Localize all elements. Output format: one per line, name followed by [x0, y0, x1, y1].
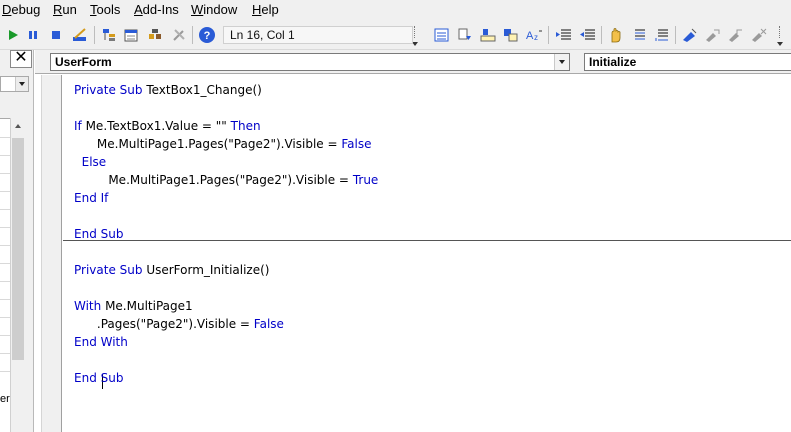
procedure-separator	[63, 240, 791, 241]
list-properties-icon[interactable]	[433, 26, 451, 44]
code-keyword: Private Sub	[74, 263, 147, 277]
toggle-bookmark-icon[interactable]	[681, 26, 699, 44]
code-line[interactable]: .Pages("Page2").Visible = False	[74, 315, 284, 333]
code-line[interactable]: Me.MultiPage1.Pages("Page2").Visible = T…	[74, 171, 378, 189]
next-bookmark-icon[interactable]	[704, 26, 722, 44]
code-text: Me.MultiPage1	[105, 299, 193, 313]
code-window: UserForm Initialize Private Sub TextBox1…	[35, 50, 791, 432]
list-constants-icon[interactable]	[456, 26, 474, 44]
code-text: Me.TextBox1.Value = ""	[85, 119, 231, 133]
toolbar-separator	[548, 26, 549, 44]
comment-block-icon[interactable]	[630, 26, 648, 44]
code-line[interactable]: End With	[74, 333, 128, 351]
outdent-icon[interactable]	[579, 26, 597, 44]
menu-help[interactable]: Help	[252, 2, 279, 18]
code-line[interactable]: With Me.MultiPage1	[74, 297, 193, 315]
scroll-up-icon[interactable]	[11, 118, 25, 134]
code-keyword: False	[253, 317, 284, 331]
complete-word-icon[interactable]: Az	[525, 26, 543, 44]
left-scrollbar[interactable]	[10, 118, 25, 432]
procedure-combo-value: Initialize	[589, 55, 637, 69]
code-line[interactable]: End If	[74, 189, 108, 207]
code-keyword: Else	[74, 155, 107, 169]
toolbar-grip[interactable]	[777, 24, 783, 46]
toolbar-separator	[192, 26, 193, 44]
code-keyword: True	[352, 173, 379, 187]
code-text: Me.MultiPage1.Pages("Page2").Visible =	[74, 137, 342, 151]
code-editor[interactable]: Private Sub TextBox1_Change() If Me.TextB…	[63, 75, 791, 432]
design-mode-icon[interactable]	[71, 26, 89, 44]
code-line[interactable]: End Sub	[74, 369, 123, 387]
code-line[interactable]: Me.MultiPage1.Pages("Page2").Visible = F…	[74, 135, 372, 153]
code-text: UserForm_Initialize()	[146, 263, 270, 277]
help-icon[interactable]: ?	[198, 26, 216, 44]
menu-window[interactable]: Window	[191, 2, 237, 18]
code-text: .Pages("Page2").Visible =	[74, 317, 254, 331]
object-browser-icon[interactable]	[146, 26, 164, 44]
code-line[interactable]: Private Sub UserForm_Initialize()	[74, 261, 269, 279]
code-keyword: End With	[74, 335, 128, 349]
code-keyword: Private Sub	[74, 83, 147, 97]
svg-text:?: ?	[204, 30, 211, 42]
procedure-combo[interactable]: Initialize	[584, 53, 791, 71]
code-keyword: End Sub	[74, 227, 124, 241]
code-keyword: Then	[230, 119, 261, 133]
clear-bookmarks-icon[interactable]	[750, 26, 768, 44]
indent-icon[interactable]	[555, 26, 573, 44]
toolbox-icon[interactable]	[170, 26, 188, 44]
code-keyword: If	[74, 119, 86, 133]
parameter-info-icon[interactable]	[502, 26, 520, 44]
menu-bar: Debug Run Tools Add-Ins Window Help	[0, 0, 791, 20]
code-text: Me.MultiPage1.Pages("Page2").Visible =	[74, 173, 353, 187]
object-combo[interactable]: UserForm	[50, 53, 570, 71]
margin-indicator-bar[interactable]	[41, 75, 62, 432]
menu-run[interactable]: Run	[53, 2, 77, 18]
toggle-breakpoint-icon[interactable]	[607, 26, 625, 44]
menu-tools[interactable]: Tools	[90, 2, 120, 18]
scrollbar-thumb[interactable]	[12, 138, 24, 360]
code-keyword: False	[341, 137, 372, 151]
code-line[interactable]: Private Sub TextBox1_Change()	[74, 81, 262, 99]
run-icon[interactable]	[4, 26, 22, 44]
menu-add-ins[interactable]: Add-Ins	[134, 2, 179, 18]
code-keyword: End If	[74, 191, 109, 205]
code-keyword: End Sub	[74, 371, 124, 385]
menu-debug[interactable]: Debug	[2, 2, 40, 18]
previous-bookmark-icon[interactable]	[727, 26, 745, 44]
chevron-down-icon[interactable]	[15, 77, 28, 91]
code-line[interactable]: Else	[74, 153, 107, 171]
object-combo-value: UserForm	[55, 55, 112, 69]
quick-info-icon[interactable]	[479, 26, 497, 44]
code-text: TextBox1_Change()	[146, 83, 262, 97]
code-line[interactable]: If Me.TextBox1.Value = "" Then	[74, 117, 261, 135]
left-object-combo[interactable]	[0, 76, 29, 92]
svg-text:z: z	[534, 33, 538, 42]
close-icon[interactable]: ✕	[10, 50, 32, 68]
toolbar-separator	[94, 26, 95, 44]
break-icon[interactable]	[24, 26, 42, 44]
code-keyword: With	[74, 299, 106, 313]
properties-window-icon[interactable]	[123, 26, 141, 44]
reset-icon[interactable]	[47, 26, 65, 44]
code-window-header: UserForm Initialize	[35, 50, 791, 74]
left-pane-text-fragment: er	[0, 393, 10, 405]
toolbar-separator	[601, 26, 602, 44]
uncomment-block-icon[interactable]	[653, 26, 671, 44]
project-explorer-icon[interactable]	[101, 26, 119, 44]
chevron-down-icon[interactable]	[554, 54, 569, 70]
line-column-status: Ln 16, Col 1	[223, 26, 413, 44]
svg-text:A: A	[526, 30, 534, 42]
code-line[interactable]: End Sub	[74, 225, 123, 243]
toolbar-separator	[675, 26, 676, 44]
